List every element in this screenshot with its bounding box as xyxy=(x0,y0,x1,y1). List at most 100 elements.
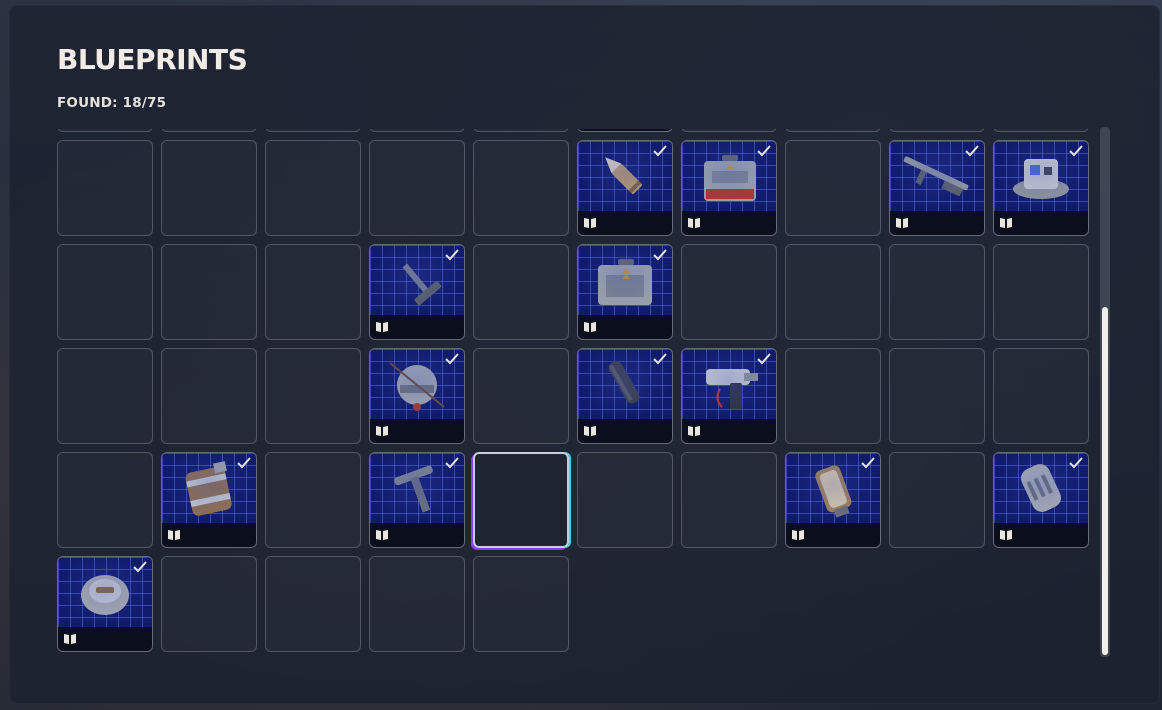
blueprint-slot-empty[interactable] xyxy=(161,244,257,340)
blueprint-slot-blueprint[interactable] xyxy=(577,129,673,132)
blueprints-panel: BLUEPRINTS FOUND: 18/75 xyxy=(9,5,1160,704)
blueprint-slot-empty[interactable] xyxy=(473,140,569,236)
book-icon xyxy=(584,426,596,436)
blueprint-slot-empty[interactable] xyxy=(265,244,361,340)
blueprint-slot-rifle[interactable] xyxy=(889,140,985,236)
bullet-icon xyxy=(605,157,642,194)
landmine-icon xyxy=(81,575,129,615)
blueprint-slot-empty[interactable] xyxy=(889,452,985,548)
book-icon xyxy=(688,218,700,228)
checkmark-icon xyxy=(965,145,979,157)
blueprint-footer xyxy=(994,523,1088,547)
blueprint-slot-hammer[interactable] xyxy=(369,244,465,340)
blueprint-slot-empty[interactable] xyxy=(785,244,881,340)
blueprint-slot-empty[interactable] xyxy=(57,129,153,132)
blueprint-slot-empty[interactable] xyxy=(993,244,1089,340)
scrollbar-thumb[interactable] xyxy=(1102,307,1108,655)
book-icon xyxy=(1000,218,1012,228)
fuel-cell-icon xyxy=(815,465,852,518)
blueprint-slot-empty[interactable] xyxy=(57,244,153,340)
blueprint-slot-toolcase-grey[interactable] xyxy=(577,244,673,340)
blueprint-image xyxy=(682,349,776,419)
blueprint-slot-gadget[interactable] xyxy=(993,140,1089,236)
blueprint-slot-handle[interactable] xyxy=(369,452,465,548)
blueprint-image xyxy=(578,245,672,315)
scrollbar-track[interactable] xyxy=(1100,127,1110,657)
blueprint-slot-empty[interactable] xyxy=(265,129,361,132)
blueprint-slot-toolcase-red[interactable] xyxy=(681,140,777,236)
blueprint-footer xyxy=(682,419,776,443)
blueprint-slot-canister[interactable] xyxy=(161,452,257,548)
blueprint-footer xyxy=(578,129,672,131)
checkmark-icon xyxy=(133,561,147,573)
blueprint-slot-empty[interactable] xyxy=(577,452,673,548)
checkmark-icon xyxy=(445,353,459,365)
blueprint-slot-empty[interactable] xyxy=(473,244,569,340)
book-icon xyxy=(688,426,700,436)
blueprint-slot-empty[interactable] xyxy=(681,129,777,132)
book-icon xyxy=(376,322,388,332)
checkmark-icon xyxy=(653,249,667,261)
blueprint-slot-empty[interactable] xyxy=(161,129,257,132)
blueprint-slot-selected[interactable] xyxy=(473,452,569,548)
blueprint-footer xyxy=(786,523,880,547)
blueprint-footer xyxy=(994,211,1088,235)
checkmark-icon xyxy=(445,457,459,469)
blueprint-slot-empty[interactable] xyxy=(265,140,361,236)
blueprint-slot-empty[interactable] xyxy=(889,244,985,340)
blueprint-slot-empty[interactable] xyxy=(993,348,1089,444)
blueprint-slot-empty[interactable] xyxy=(889,348,985,444)
book-icon xyxy=(896,218,908,228)
blueprint-slot-empty[interactable] xyxy=(57,452,153,548)
blueprint-slot-capsule[interactable] xyxy=(993,452,1089,548)
blueprint-slot-landmine[interactable] xyxy=(57,556,153,652)
blueprint-slot-empty[interactable] xyxy=(473,348,569,444)
blueprint-slot-empty[interactable] xyxy=(785,348,881,444)
blueprint-slot-empty[interactable] xyxy=(265,452,361,548)
blueprint-slot-suppressor[interactable] xyxy=(577,348,673,444)
checkmark-icon xyxy=(757,353,771,365)
blueprint-slot-empty[interactable] xyxy=(785,140,881,236)
blueprint-slot-empty[interactable] xyxy=(369,129,465,132)
blueprint-slot-empty[interactable] xyxy=(369,556,465,652)
blueprint-slot-empty[interactable] xyxy=(785,129,881,132)
blueprint-slot-drill-gun[interactable] xyxy=(681,348,777,444)
blueprint-slot-empty[interactable] xyxy=(681,244,777,340)
checkmark-icon xyxy=(237,457,251,469)
checkmark-icon xyxy=(1069,145,1083,157)
blueprint-image xyxy=(58,557,152,627)
canister-icon xyxy=(185,461,232,516)
blueprint-image xyxy=(994,141,1088,211)
blueprint-slot-empty[interactable] xyxy=(889,129,985,132)
blueprint-slot-empty[interactable] xyxy=(473,129,569,132)
blueprint-slot-helmet[interactable] xyxy=(369,348,465,444)
blueprint-slot-empty[interactable] xyxy=(161,348,257,444)
blueprint-slot-fuel-cell[interactable] xyxy=(785,452,881,548)
blueprint-slot-empty[interactable] xyxy=(161,140,257,236)
toolcase-red-icon xyxy=(704,155,756,201)
blueprint-slot-empty[interactable] xyxy=(57,140,153,236)
checkmark-icon xyxy=(757,145,771,157)
checkmark-icon xyxy=(653,353,667,365)
blueprint-slot-empty[interactable] xyxy=(473,556,569,652)
blueprint-footer xyxy=(370,315,464,339)
blueprint-slot-empty[interactable] xyxy=(993,129,1089,132)
blueprint-slot-bullet[interactable] xyxy=(577,140,673,236)
blueprint-slot-empty[interactable] xyxy=(161,556,257,652)
book-icon xyxy=(168,530,180,540)
book-icon xyxy=(376,426,388,436)
checkmark-icon xyxy=(445,249,459,261)
blueprint-image xyxy=(994,453,1088,523)
blueprint-slot-empty[interactable] xyxy=(369,140,465,236)
blueprint-footer xyxy=(370,523,464,547)
blueprint-footer xyxy=(682,211,776,235)
drill-gun-icon xyxy=(706,369,758,409)
blueprint-image xyxy=(370,453,464,523)
found-counter: FOUND: 18/75 xyxy=(57,95,167,111)
blueprint-slot-empty[interactable] xyxy=(681,452,777,548)
blueprint-slot-empty[interactable] xyxy=(265,348,361,444)
blueprint-footer xyxy=(578,419,672,443)
blueprint-slot-empty[interactable] xyxy=(57,348,153,444)
blueprint-slot-empty[interactable] xyxy=(265,556,361,652)
toolcase-grey-icon xyxy=(598,259,652,305)
